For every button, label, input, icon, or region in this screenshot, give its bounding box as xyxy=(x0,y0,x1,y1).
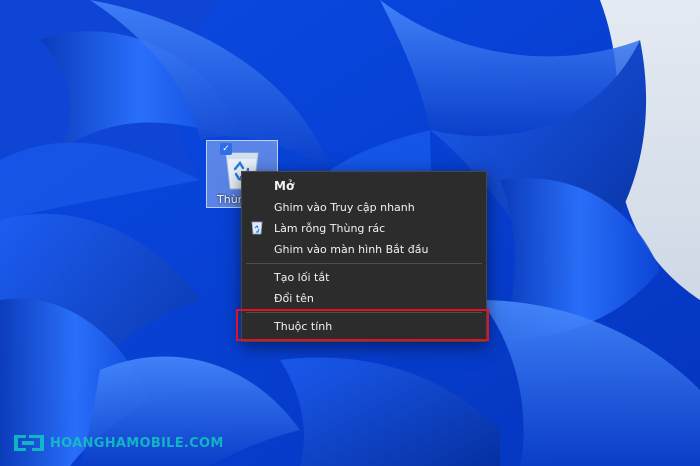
menu-separator xyxy=(246,263,482,264)
recycle-bin-icon xyxy=(251,221,263,235)
desktop: ✓ Thùn Mở Ghim vào Truy cập nhanh Làm rỗ… xyxy=(0,0,700,466)
watermark-text: HOANGHAMOBILE.COM xyxy=(50,435,224,451)
menu-item-open[interactable]: Mở xyxy=(274,179,294,193)
menu-item-rename[interactable]: Đổi tên xyxy=(274,292,314,305)
menu-item-empty-recycle-bin[interactable]: Làm rỗng Thùng rác xyxy=(274,222,385,235)
hoangha-logo xyxy=(14,435,44,451)
menu-item-pin-quick-access[interactable]: Ghim vào Truy cập nhanh xyxy=(274,201,415,214)
selection-checkbox[interactable]: ✓ xyxy=(220,143,232,155)
watermark: HOANGHAMOBILE.COM xyxy=(12,432,224,454)
menu-item-create-shortcut[interactable]: Tạo lối tắt xyxy=(274,271,329,284)
menu-item-pin-to-start[interactable]: Ghim vào màn hình Bắt đầu xyxy=(274,243,428,256)
properties-highlight-box xyxy=(236,309,489,341)
